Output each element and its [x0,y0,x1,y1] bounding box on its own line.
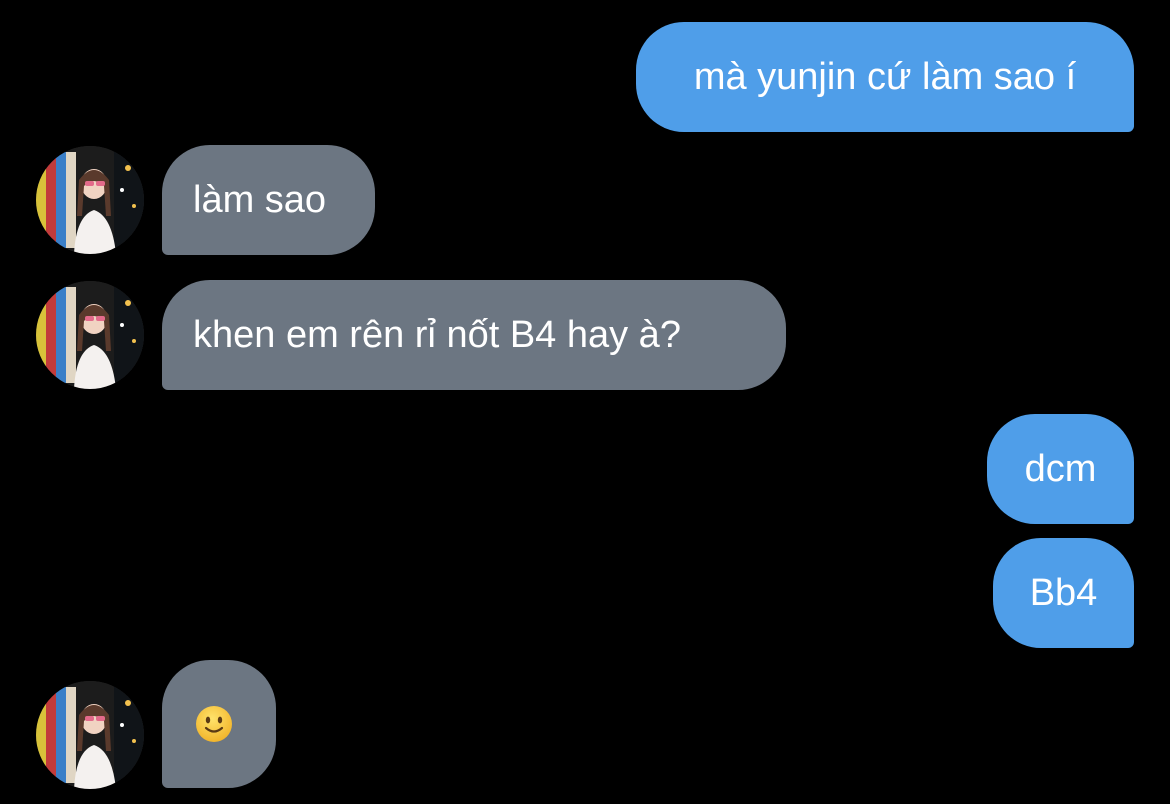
message-text: Bb4 [1029,572,1098,614]
outgoing-message-bubble[interactable]: mà yunjin cứ làm sao í [636,22,1134,132]
outgoing-message-bubble[interactable]: Bb4 [993,538,1134,648]
avatar-photo [36,281,144,389]
contact-avatar[interactable] [36,281,144,389]
message-text: làm sao [193,179,327,221]
incoming-message-bubble[interactable] [162,660,276,788]
contact-avatar[interactable] [36,146,144,254]
avatar-photo [36,146,144,254]
message-text: dcm [1024,448,1097,490]
message-text: mà yunjin cứ làm sao í [693,56,1077,98]
incoming-message-bubble[interactable]: khen em rên rỉ nốt B4 hay à? [162,280,786,390]
incoming-message-bubble[interactable]: làm sao [162,145,375,255]
avatar-photo [36,681,144,789]
slightly-smiling-face-icon [196,706,232,742]
contact-avatar[interactable] [36,681,144,789]
outgoing-message-bubble[interactable]: dcm [987,414,1134,524]
message-thread: mà yunjin cứ làm sao í làm sao khen em r… [0,0,1170,804]
message-text: khen em rên rỉ nốt B4 hay à? [193,314,681,356]
